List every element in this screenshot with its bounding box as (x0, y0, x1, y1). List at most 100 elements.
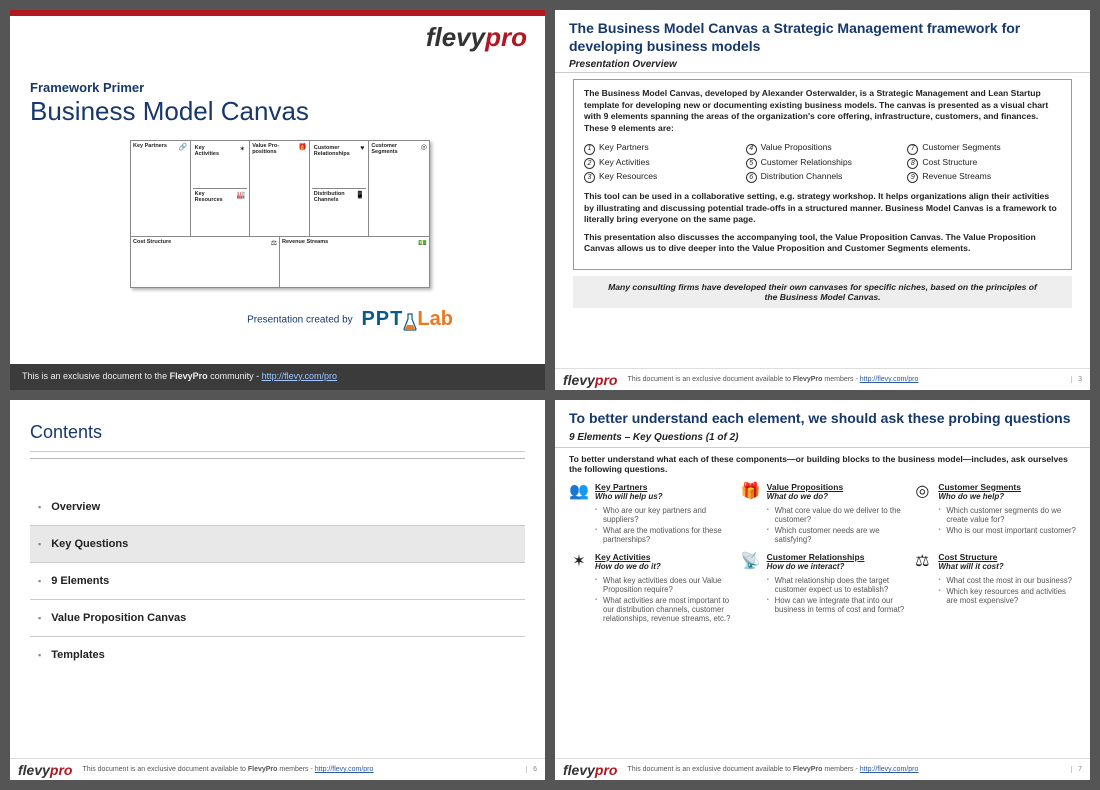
cell-bullets: Who are our key partners and suppliers?W… (595, 506, 733, 544)
footer-mid: community - (208, 371, 262, 381)
num-2: 2 (584, 158, 595, 169)
questions-grid: 👥 Key Partners Who will help us? Who are… (555, 482, 1090, 625)
num-8: 8 (907, 158, 918, 169)
bmc-cell-key-activities: Key Activities (195, 145, 230, 157)
el-8: Cost Structure (922, 157, 977, 167)
overview-box: The Business Model Canvas, developed by … (573, 79, 1072, 270)
cell-title: Key Activities (595, 552, 661, 562)
footer-link[interactable]: http://flevy.com/pro (262, 371, 337, 381)
cell-question: What will it cost? (938, 562, 1003, 571)
factory-icon: 🏭 (236, 191, 245, 199)
cell-bullets: What core value do we deliver to the cus… (767, 506, 905, 544)
cell-bullets: What key activities does our Value Propo… (595, 576, 733, 623)
question-cell: ✶ Key Activities How do we do it? What k… (569, 552, 733, 625)
cell-bullets: Which customer segments do we create val… (938, 506, 1076, 535)
overview-p1: The Business Model Canvas, developed by … (584, 88, 1061, 134)
slide-footer: flevypro This document is an exclusive d… (555, 368, 1090, 390)
bmc-cell-customer-segments: Customer Segments (371, 143, 410, 155)
framework-primer-label: Framework Primer (30, 80, 144, 95)
cell-icon: 👥 (569, 482, 589, 502)
num-1: 1 (584, 144, 595, 155)
el-4: Value Propositions (761, 142, 832, 152)
phone-icon: 📱 (356, 191, 365, 199)
contents-item-key-questions[interactable]: Key Questions (30, 526, 525, 563)
page-number: 3 (1071, 376, 1082, 383)
slide-intro: To better understand what each of these … (555, 448, 1090, 482)
footer-link[interactable]: http://flevy.com/pro (860, 766, 919, 773)
el-3: Key Resources (599, 171, 657, 181)
bmc-cell-key-partners: Key Partners (133, 143, 167, 149)
scale-icon: ⚖ (271, 239, 277, 247)
cell-question: How do we do it? (595, 562, 661, 571)
money-icon: 💵 (418, 239, 427, 247)
el-9: Revenue Streams (922, 171, 991, 181)
num-4: 4 (746, 144, 757, 155)
question-cell: 👥 Key Partners Who will help us? Who are… (569, 482, 733, 546)
bmc-diagram: Key Partners🔗 Key Activities✶ Key Resour… (130, 140, 430, 288)
footer-logo: flevypro (18, 762, 72, 778)
contents-item-overview[interactable]: Overview (30, 489, 525, 526)
pptlab-lab: Lab (417, 308, 453, 330)
target-icon: ◎ (421, 143, 427, 151)
cell-title: Customer Relationships (767, 552, 865, 562)
slide-title: To better understand each element, we sh… (555, 400, 1090, 432)
bmc-cell-distribution-channels: Distribution Channels (314, 191, 349, 203)
elements-list: 1 Key Partners 2 Key Activities 3 Key Resou… (584, 140, 1061, 185)
question-bullet: Which customer needs are we satisfying? (767, 526, 905, 544)
question-cell: 🎁 Value Propositions What do we do? What… (741, 482, 905, 546)
footer-logo: flevypro (563, 372, 617, 388)
overview-p3: This presentation also discusses the acc… (584, 232, 1061, 255)
footer-pre: This is an exclusive document to the (22, 371, 170, 381)
pptlab-ppt: PPT (361, 308, 403, 330)
cell-question: Who do we help? (938, 492, 1021, 501)
overview-p2: This tool can be used in a collaborative… (584, 191, 1061, 226)
el-7: Customer Segments (922, 142, 1000, 152)
bmc-cell-key-resources: Key Resources (195, 191, 230, 203)
question-bullet: Who are our key partners and suppliers? (595, 506, 733, 524)
slide-title: The Business Model Canvas a Strategic Ma… (555, 10, 1090, 59)
question-bullet: What key activities does our Value Propo… (595, 576, 733, 594)
cell-question: Who will help us? (595, 492, 663, 501)
footer-text: This document is an exclusive document a… (627, 766, 1065, 773)
question-bullet: How can we integrate that into our busin… (767, 596, 905, 614)
logo-pro: pro (485, 22, 527, 52)
question-cell: ⚖ Cost Structure What will it cost? What… (912, 552, 1076, 625)
num-9: 9 (907, 172, 918, 183)
num-6: 6 (746, 172, 757, 183)
divider (30, 451, 525, 452)
footer-link[interactable]: http://flevy.com/pro (860, 376, 919, 383)
cell-icon: ⚖ (912, 552, 932, 572)
slide-subtitle: Presentation Overview (555, 59, 1090, 73)
cell-icon: 📡 (741, 552, 761, 572)
divider (30, 458, 525, 459)
contents-list: Overview Key Questions 9 Elements Value … (10, 489, 545, 673)
footer-link[interactable]: http://flevy.com/pro (315, 766, 374, 773)
contents-item-vpc[interactable]: Value Proposition Canvas (30, 600, 525, 637)
cell-icon: 🎁 (741, 482, 761, 502)
page-number: 7 (1071, 766, 1082, 773)
contents-item-templates[interactable]: Templates (30, 637, 525, 673)
cell-icon: ◎ (912, 482, 932, 502)
cell-question: How do we interact? (767, 562, 865, 571)
logo-flevy: flevy (426, 22, 485, 52)
footer-brand: FlevyPro (170, 371, 208, 381)
question-bullet: Who is our most important customer? (938, 526, 1076, 535)
slide-title: Contents (10, 400, 545, 449)
question-bullet: What core value do we deliver to the cus… (767, 506, 905, 524)
num-7: 7 (907, 144, 918, 155)
contents-item-9-elements[interactable]: 9 Elements (30, 563, 525, 600)
link-icon: 🔗 (179, 143, 188, 151)
flask-icon (403, 313, 417, 331)
bmc-cell-value-propositions: Value Pro-positions (252, 143, 290, 155)
footer-logo: flevypro (563, 762, 617, 778)
el-5: Customer Relationships (761, 157, 852, 167)
quote-box: Many consulting firms have developed the… (573, 276, 1072, 308)
cell-bullets: What cost the most in our business?Which… (938, 576, 1076, 605)
num-3: 3 (584, 172, 595, 183)
question-bullet: Which customer segments do we create val… (938, 506, 1076, 524)
el-1: Key Partners (599, 142, 649, 152)
cell-title: Cost Structure (938, 552, 1003, 562)
bmc-cell-revenue-streams: Revenue Streams (282, 239, 328, 245)
el-2: Key Activities (599, 157, 650, 167)
el-6: Distribution Channels (761, 171, 843, 181)
